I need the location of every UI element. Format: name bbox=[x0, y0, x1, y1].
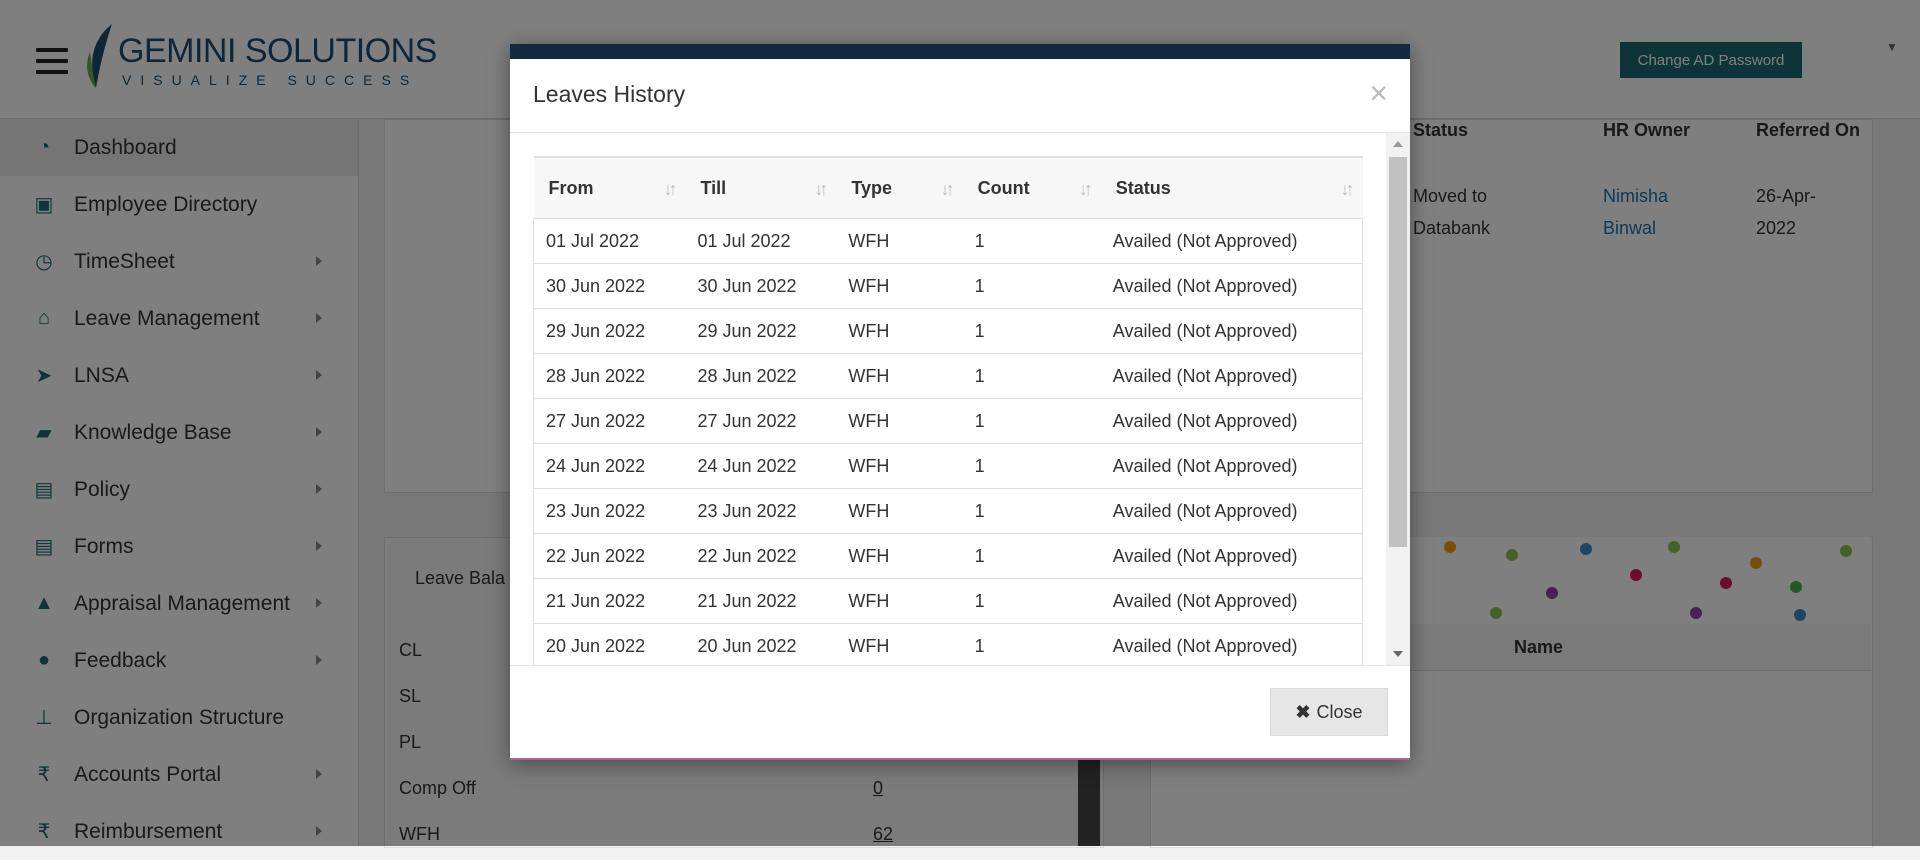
cell-count: 1 bbox=[962, 488, 1101, 534]
sort-icon[interactable]: ↓↑ bbox=[663, 179, 677, 200]
cell-till: 30 Jun 2022 bbox=[685, 263, 837, 309]
cell-till: 22 Jun 2022 bbox=[685, 533, 837, 579]
cell-count: 1 bbox=[962, 443, 1101, 489]
table-row: 30 Jun 2022 30 Jun 2022 WFH 1 Availed (Not A… bbox=[533, 263, 1363, 309]
close-button[interactable]: ✖ Close bbox=[1270, 688, 1388, 736]
cell-type: WFH bbox=[836, 578, 963, 624]
cell-type: WFH bbox=[836, 218, 963, 264]
sort-icon[interactable]: ↓↑ bbox=[1341, 179, 1355, 200]
cell-from: 27 Jun 2022 bbox=[533, 398, 686, 444]
cell-status: Availed (Not Approved) bbox=[1100, 353, 1363, 399]
column-header-label: Till bbox=[700, 177, 727, 198]
sort-icon[interactable]: ↓↑ bbox=[941, 179, 955, 200]
cell-status: Availed (Not Approved) bbox=[1100, 218, 1363, 264]
cell-count: 1 bbox=[962, 578, 1101, 624]
column-header-till[interactable]: Till ↓↑ bbox=[685, 156, 837, 219]
cell-from: 28 Jun 2022 bbox=[533, 353, 686, 399]
cell-till: 23 Jun 2022 bbox=[685, 488, 837, 534]
cell-status: Availed (Not Approved) bbox=[1100, 308, 1363, 354]
close-icon[interactable]: × bbox=[1369, 77, 1388, 109]
cell-from: 20 Jun 2022 bbox=[533, 623, 686, 665]
scroll-thumb[interactable] bbox=[1389, 157, 1407, 547]
table-row: 23 Jun 2022 23 Jun 2022 WFH 1 Availed (Not A… bbox=[533, 488, 1363, 534]
cell-type: WFH bbox=[836, 488, 963, 534]
cell-from: 22 Jun 2022 bbox=[533, 533, 686, 579]
cell-count: 1 bbox=[962, 308, 1101, 354]
column-header-label: From bbox=[548, 177, 594, 198]
leaves-history-modal: Leaves History × From ↓↑ Till ↓↑ Type ↓↑ Count… bbox=[510, 44, 1410, 760]
cell-type: WFH bbox=[836, 308, 963, 354]
column-header-status[interactable]: Status ↓↑ bbox=[1100, 156, 1363, 219]
table-row: 22 Jun 2022 22 Jun 2022 WFH 1 Availed (Not A… bbox=[533, 533, 1363, 579]
column-header-label: Type bbox=[851, 177, 893, 198]
cell-till: 01 Jul 2022 bbox=[685, 218, 837, 264]
modal-header: Leaves History × bbox=[510, 59, 1410, 133]
sort-icon[interactable]: ↓↑ bbox=[1079, 179, 1093, 200]
cell-count: 1 bbox=[962, 218, 1101, 264]
cell-type: WFH bbox=[836, 353, 963, 399]
cell-type: WFH bbox=[836, 623, 963, 665]
cell-from: 23 Jun 2022 bbox=[533, 488, 686, 534]
cell-count: 1 bbox=[962, 263, 1101, 309]
cell-from: 24 Jun 2022 bbox=[533, 443, 686, 489]
leaves-history-table: From ↓↑ Till ↓↑ Type ↓↑ Count ↓↑ Status ↓↑ 01 Jul… bbox=[533, 156, 1363, 665]
modal-body: From ↓↑ Till ↓↑ Type ↓↑ Count ↓↑ Status ↓↑ 01 Jul… bbox=[510, 133, 1410, 666]
cell-type: WFH bbox=[836, 533, 963, 579]
cell-type: WFH bbox=[836, 263, 963, 309]
column-header-label: Status bbox=[1115, 177, 1171, 198]
cell-count: 1 bbox=[962, 398, 1101, 444]
cell-status: Availed (Not Approved) bbox=[1100, 533, 1363, 579]
cell-count: 1 bbox=[962, 533, 1101, 579]
cell-type: WFH bbox=[836, 443, 963, 489]
table-row: 24 Jun 2022 24 Jun 2022 WFH 1 Availed (Not A… bbox=[533, 443, 1363, 489]
cell-status: Availed (Not Approved) bbox=[1100, 398, 1363, 444]
cell-status: Availed (Not Approved) bbox=[1100, 443, 1363, 489]
close-button-label: Close bbox=[1316, 701, 1363, 722]
cell-till: 20 Jun 2022 bbox=[685, 623, 837, 665]
cell-count: 1 bbox=[962, 353, 1101, 399]
column-header-type[interactable]: Type ↓↑ bbox=[836, 156, 963, 219]
cell-till: 28 Jun 2022 bbox=[685, 353, 837, 399]
cell-type: WFH bbox=[836, 398, 963, 444]
cell-from: 01 Jul 2022 bbox=[533, 218, 686, 264]
table-row: 28 Jun 2022 28 Jun 2022 WFH 1 Availed (Not A… bbox=[533, 353, 1363, 399]
modal-scrollbar[interactable] bbox=[1386, 133, 1410, 665]
cell-till: 29 Jun 2022 bbox=[685, 308, 837, 354]
modal-top-bar bbox=[510, 44, 1410, 59]
table-row: 27 Jun 2022 27 Jun 2022 WFH 1 Availed (Not A… bbox=[533, 398, 1363, 444]
table-row: 01 Jul 2022 01 Jul 2022 WFH 1 Availed (Not A… bbox=[533, 218, 1363, 264]
cell-status: Availed (Not Approved) bbox=[1100, 578, 1363, 624]
modal-title: Leaves History bbox=[533, 81, 686, 107]
table-row: 29 Jun 2022 29 Jun 2022 WFH 1 Availed (Not A… bbox=[533, 308, 1363, 354]
cell-count: 1 bbox=[962, 623, 1101, 665]
cell-from: 21 Jun 2022 bbox=[533, 578, 686, 624]
cell-till: 21 Jun 2022 bbox=[685, 578, 837, 624]
cell-from: 30 Jun 2022 bbox=[533, 263, 686, 309]
cell-status: Availed (Not Approved) bbox=[1100, 488, 1363, 534]
table-row: 21 Jun 2022 21 Jun 2022 WFH 1 Availed (Not A… bbox=[533, 578, 1363, 624]
table-row: 20 Jun 2022 20 Jun 2022 WFH 1 Availed (Not A… bbox=[533, 623, 1363, 665]
cell-status: Availed (Not Approved) bbox=[1100, 263, 1363, 309]
scroll-down-arrow-icon[interactable] bbox=[1393, 651, 1403, 657]
column-header-from[interactable]: From ↓↑ bbox=[533, 156, 686, 219]
scroll-up-arrow-icon[interactable] bbox=[1393, 141, 1403, 147]
cell-till: 24 Jun 2022 bbox=[685, 443, 837, 489]
cell-from: 29 Jun 2022 bbox=[533, 308, 686, 354]
cell-status: Availed (Not Approved) bbox=[1100, 623, 1363, 665]
close-icon: ✖ bbox=[1295, 701, 1311, 722]
column-header-label: Count bbox=[977, 177, 1030, 198]
column-header-count[interactable]: Count ↓↑ bbox=[962, 156, 1101, 219]
sort-icon[interactable]: ↓↑ bbox=[814, 179, 828, 200]
cell-till: 27 Jun 2022 bbox=[685, 398, 837, 444]
modal-footer: ✖ Close bbox=[510, 666, 1410, 756]
